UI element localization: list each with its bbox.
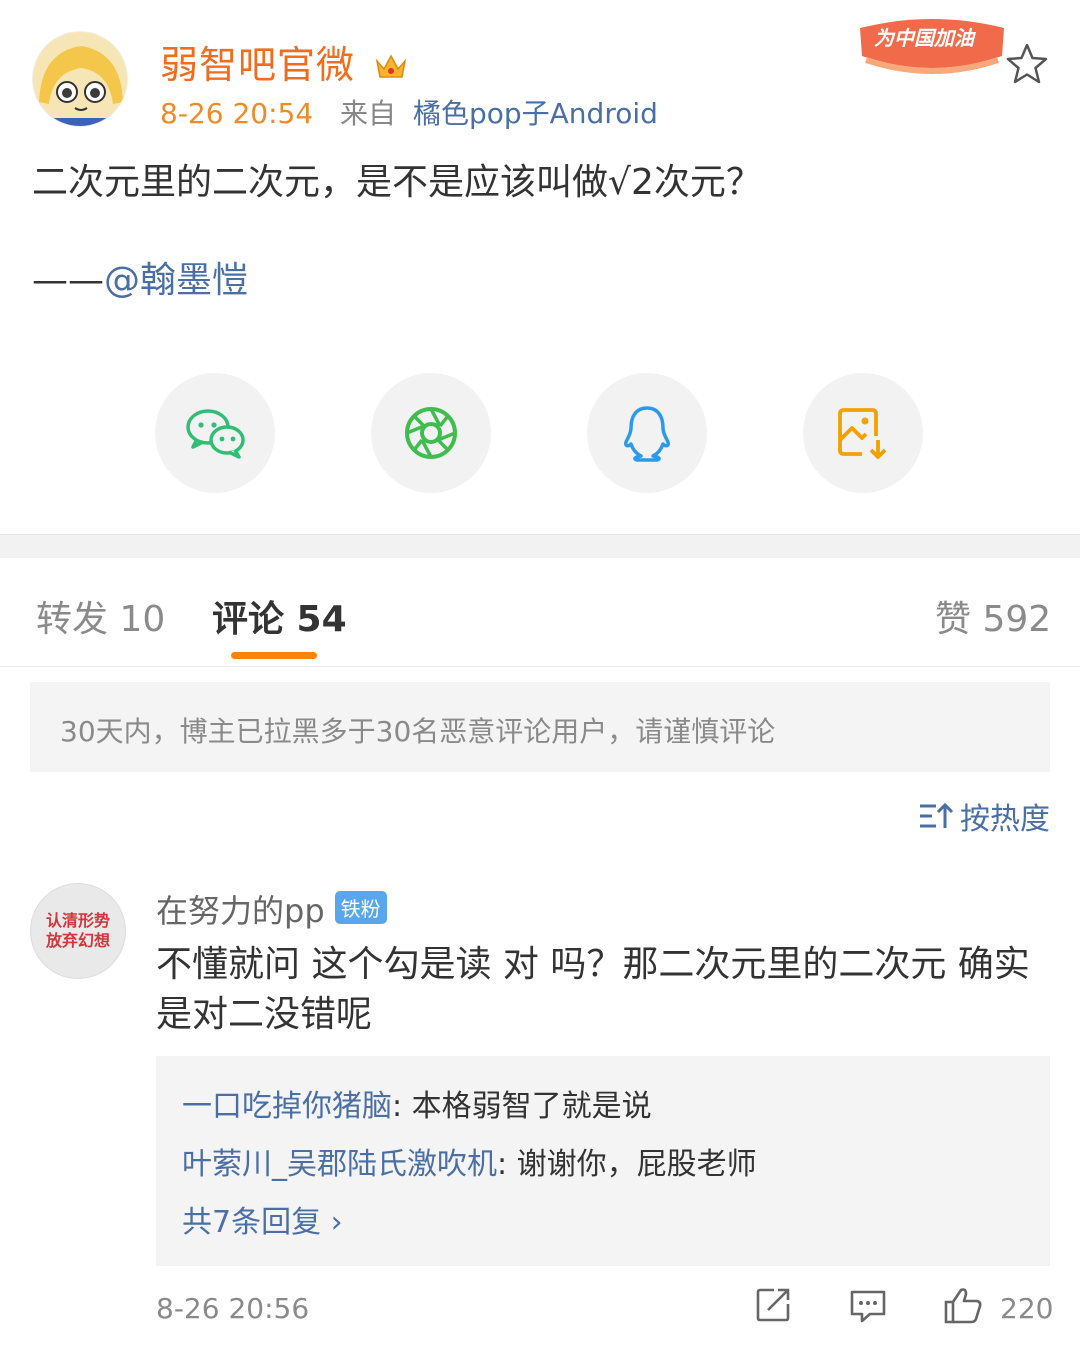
tabs-divider: [0, 666, 1080, 667]
comment-notice: 30天内，博主已拉黑多于30名恶意评论用户，请谨慎评论: [30, 682, 1050, 772]
more-replies-link[interactable]: 共7条回复 ›: [182, 1194, 1024, 1252]
like-comment-button[interactable]: [942, 1286, 984, 1330]
repost-icon: [756, 1288, 790, 1322]
thumbs-up-icon: [944, 1288, 982, 1324]
share-qq-button[interactable]: [587, 373, 707, 493]
reply-comment-button[interactable]: [848, 1286, 888, 1330]
source-label: 来自: [340, 97, 397, 130]
reply-item[interactable]: 一口吃掉你猪脑: 本格弱智了就是说: [182, 1078, 1024, 1136]
tab-comments[interactable]: 评论 54: [212, 590, 347, 642]
like-count: 220: [1000, 1292, 1054, 1325]
reply-preview-box[interactable]: 一口吃掉你猪脑: 本格弱智了就是说 叶萦川_吴郡陆氏激吹机: 谢谢你，屁股老师 …: [156, 1056, 1050, 1266]
crown-badge-icon: [374, 46, 408, 90]
repost-comment-button[interactable]: [754, 1286, 792, 1328]
commenter-name[interactable]: 在努力的pp 铁粉: [156, 886, 387, 932]
reply-author[interactable]: 一口吃掉你猪脑: [182, 1089, 392, 1124]
share-moments-button[interactable]: [371, 373, 491, 493]
source-device[interactable]: 橘色pop子Android: [413, 97, 658, 130]
comment-icon: [850, 1290, 886, 1323]
tab-likes[interactable]: 赞 592: [935, 590, 1051, 642]
post-signature: ——@翰墨愷: [32, 260, 249, 301]
tab-repost[interactable]: 转发 10: [36, 590, 165, 642]
reply-item[interactable]: 叶萦川_吴郡陆氏激吹机: 谢谢你，屁股老师: [182, 1136, 1024, 1194]
cheer-badge-text: 为中国加油: [874, 26, 974, 50]
favorite-star-icon[interactable]: [1004, 42, 1050, 90]
post-meta: 8-26 20:54 来自 橘色pop子Android: [160, 92, 658, 132]
author-name[interactable]: 弱智吧官微: [160, 34, 408, 90]
save-image-button[interactable]: [803, 373, 923, 493]
author-avatar[interactable]: [32, 31, 128, 127]
post-body: 二次元里的二次元，是不是应该叫做√2次元？: [32, 162, 762, 203]
wechat-icon: [186, 409, 245, 459]
comment-time: 8-26 20:56: [156, 1292, 310, 1325]
moments-icon: [405, 407, 457, 459]
sort-by-hot-button[interactable]: 按热度: [918, 794, 1050, 838]
qq-icon: [624, 406, 670, 462]
save-image-icon: [838, 408, 887, 459]
reply-author[interactable]: 叶萦川_吴郡陆氏激吹机: [182, 1147, 497, 1182]
mention-link[interactable]: @翰墨愷: [104, 260, 248, 301]
commenter-avatar[interactable]: 认清形势 放弃幻想: [30, 883, 126, 979]
sort-icon: [920, 802, 954, 828]
active-tab-indicator: [231, 652, 317, 659]
comment-text: 不懂就问 这个勾是读 对 吗？那二次元里的二次元 确实是对二没错呢: [156, 944, 1030, 1035]
share-wechat-button[interactable]: [155, 373, 275, 493]
section-divider: [0, 534, 1080, 558]
post-time: 8-26 20:54: [160, 97, 314, 130]
cheer-china-badge[interactable]: 为中国加油: [852, 6, 1012, 80]
sort-label: 按热度: [960, 802, 1050, 837]
fan-badge: 铁粉: [334, 891, 387, 924]
